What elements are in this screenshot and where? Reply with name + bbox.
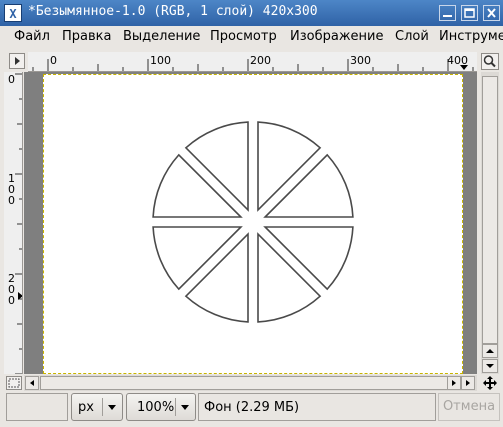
- pointer-coords-field: [6, 393, 68, 421]
- scroll-down-button[interactable]: [482, 359, 498, 373]
- layer-info: Фон (2.29 МБ): [204, 400, 300, 415]
- arrow-left-icon: [30, 380, 34, 386]
- close-icon: [487, 8, 496, 18]
- zoom-value: 100%: [137, 400, 175, 415]
- window-title: *Безымянное-1.0 (RGB, 1 слой) 420x300: [28, 4, 318, 19]
- zoom-select[interactable]: 100%: [126, 393, 196, 421]
- magnifier-icon: [483, 55, 496, 68]
- app-icon[interactable]: X: [4, 4, 22, 22]
- maximize-button[interactable]: [461, 5, 478, 21]
- circle-sector: [184, 232, 249, 323]
- image-canvas[interactable]: [43, 74, 463, 374]
- move-cross-icon: [483, 376, 497, 390]
- arrow-up-icon: [486, 349, 494, 353]
- ruler-label-0: 0: [50, 54, 57, 67]
- horizontal-ruler[interactable]: 0 100 200 300 400: [28, 52, 477, 72]
- canvas-viewport[interactable]: [24, 72, 477, 374]
- circle-sector: [184, 121, 249, 212]
- status-message: Фон (2.29 МБ): [198, 393, 436, 421]
- menu-file[interactable]: Файл: [14, 29, 50, 44]
- scroll-left-button[interactable]: [25, 376, 39, 390]
- circle-sector: [257, 232, 322, 323]
- horizontal-scroll-thumb[interactable]: [40, 376, 460, 390]
- menu-bar: Файл Правка Выделение Просмотр Изображен…: [0, 26, 503, 48]
- ruler-label-100-digit: 0: [8, 194, 15, 207]
- ruler-label-300: 300: [350, 54, 371, 67]
- ruler-label-200-digit: 0: [8, 294, 15, 307]
- triangle-right-icon: [15, 57, 20, 65]
- arrow-right-icon: [452, 380, 456, 386]
- menu-layer[interactable]: Слой: [395, 29, 429, 44]
- scroll-right-button[interactable]: [447, 376, 461, 390]
- status-bar: px 100% Фон (2.29 МБ) Отмена: [0, 393, 503, 427]
- unit-value: px: [78, 400, 94, 415]
- vertical-ruler[interactable]: 0 1 0 0 2 0 0: [4, 72, 23, 374]
- circle-sector: [263, 153, 354, 218]
- horizontal-scrollbar[interactable]: [24, 375, 477, 391]
- circle-sector: [263, 226, 354, 291]
- circle-sector: [152, 153, 243, 218]
- circle-sectors-drawing: [152, 121, 354, 323]
- circle-sector: [152, 226, 243, 291]
- arrow-right-icon: [466, 380, 470, 386]
- ruler-label-0-digit: 0: [8, 73, 15, 86]
- menu-image[interactable]: Изображение: [290, 29, 383, 44]
- quick-mask-icon: [8, 378, 20, 388]
- navigate-button[interactable]: [481, 375, 499, 391]
- menu-tools[interactable]: Инструме: [439, 29, 503, 44]
- cancel-button[interactable]: Отмена: [438, 393, 500, 421]
- close-button[interactable]: [483, 5, 500, 21]
- ruler-label-100: 100: [150, 54, 171, 67]
- chevron-down-icon: [108, 405, 116, 410]
- title-bar[interactable]: X *Безымянное-1.0 (RGB, 1 слой) 420x300: [0, 0, 503, 26]
- chevron-down-icon: [181, 405, 189, 410]
- minimize-button[interactable]: [439, 5, 456, 21]
- zoom-button[interactable]: [481, 53, 499, 70]
- unit-select[interactable]: px: [71, 393, 123, 421]
- vertical-scroll-thumb[interactable]: [482, 76, 498, 344]
- circle-sector: [257, 121, 322, 212]
- scroll-up-button[interactable]: [482, 344, 498, 358]
- minimize-icon: [443, 15, 452, 17]
- menu-view[interactable]: Просмотр: [210, 29, 277, 44]
- menu-select[interactable]: Выделение: [123, 29, 200, 44]
- arrow-down-icon: [486, 364, 494, 368]
- ruler-label-200: 200: [250, 54, 271, 67]
- ruler-ticks: [15, 73, 22, 374]
- scroll-right-button-2[interactable]: [461, 376, 475, 390]
- maximize-icon: [464, 8, 475, 18]
- vertical-scrollbar[interactable]: [481, 72, 499, 374]
- menu-edit[interactable]: Правка: [62, 29, 111, 44]
- image-menu-button[interactable]: [9, 53, 25, 69]
- ruler-label-400: 400: [447, 54, 468, 67]
- quick-mask-button[interactable]: [6, 376, 22, 390]
